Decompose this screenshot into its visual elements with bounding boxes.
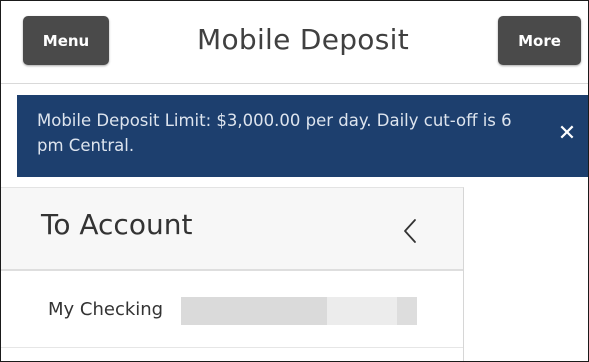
menu-button[interactable]: Menu xyxy=(23,16,109,65)
deposit-limit-banner: Mobile Deposit Limit: $3,000.00 per day.… xyxy=(17,95,588,177)
page-title: Mobile Deposit xyxy=(197,23,409,56)
account-option-my-checking[interactable]: My Checking xyxy=(1,271,463,348)
to-account-panel: To Account My Checking xyxy=(1,187,464,361)
chevron-left-icon[interactable] xyxy=(401,218,421,244)
to-account-title: To Account xyxy=(41,208,193,241)
to-account-header[interactable]: To Account xyxy=(1,188,463,271)
banner-message: Mobile Deposit Limit: $3,000.00 per day.… xyxy=(37,111,512,155)
more-button[interactable]: More xyxy=(498,16,581,65)
redacted-account-number xyxy=(181,297,417,325)
top-bar: Menu Mobile Deposit More xyxy=(1,1,588,84)
app-frame: Menu Mobile Deposit More Mobile Deposit … xyxy=(0,0,589,362)
close-icon[interactable]: ✕ xyxy=(556,122,578,146)
account-name: My Checking xyxy=(48,299,164,320)
